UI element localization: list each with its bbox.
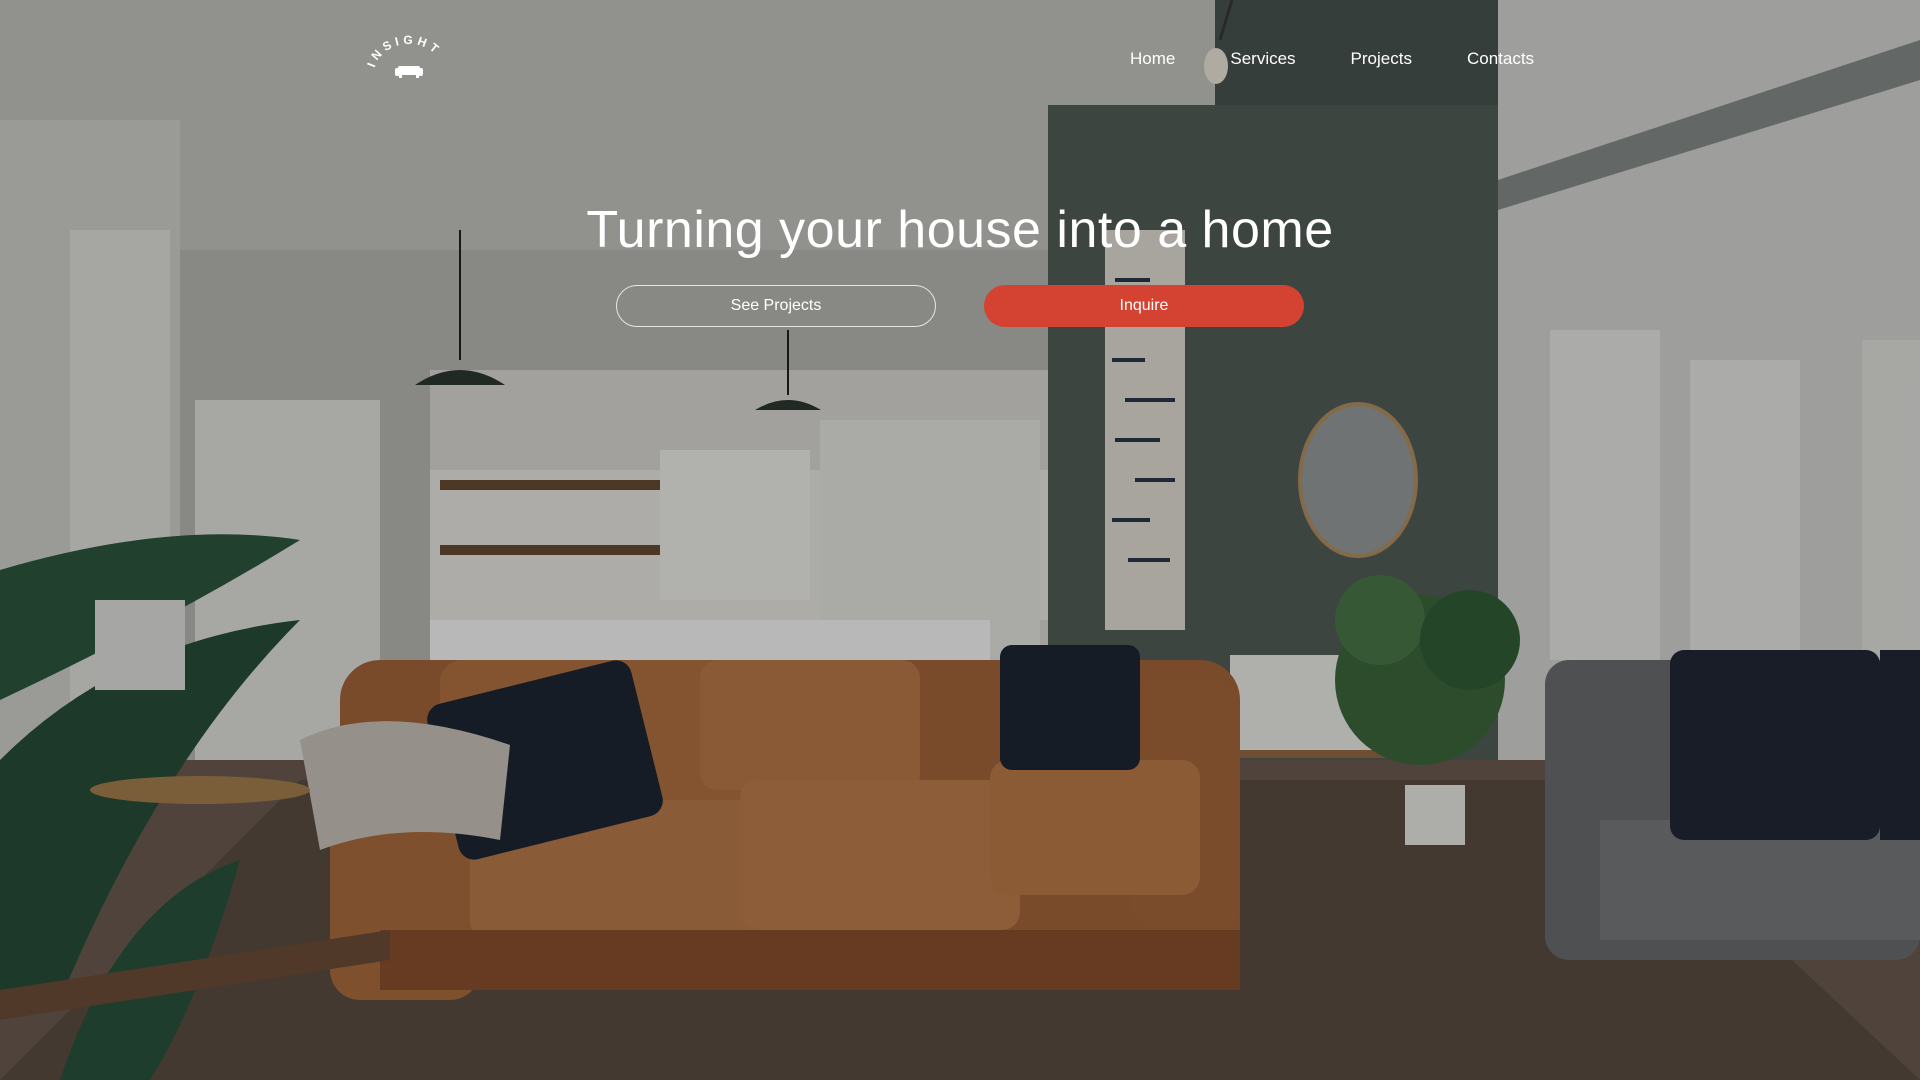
svg-text:INSIGHT: INSIGHT — [364, 34, 444, 69]
inquire-button[interactable]: Inquire — [984, 285, 1304, 327]
hero-section — [0, 0, 1920, 1080]
dark-overlay — [0, 0, 1920, 1080]
nav-home[interactable]: Home — [1130, 48, 1175, 70]
see-projects-button[interactable]: See Projects — [616, 285, 936, 327]
sofa-icon — [395, 66, 423, 78]
main-nav: Home Services Projects Contacts — [1130, 48, 1534, 70]
hero-headline: Turning your house into a home — [586, 201, 1334, 259]
logo-text: INSIGHT — [364, 33, 440, 69]
nav-projects[interactable]: Projects — [1351, 48, 1412, 70]
logo-mark: INSIGHT — [364, 33, 444, 78]
logo[interactable]: INSIGHT — [364, 33, 454, 84]
nav-contacts[interactable]: Contacts — [1467, 48, 1534, 70]
nav-services[interactable]: Services — [1230, 48, 1295, 70]
